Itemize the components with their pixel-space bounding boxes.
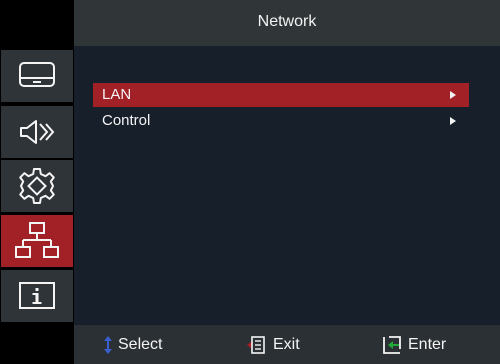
- tab-info[interactable]: [1, 270, 73, 322]
- tab-settings[interactable]: [1, 160, 73, 212]
- network-icon: [15, 222, 59, 258]
- menu-item-lan[interactable]: LAN: [93, 83, 469, 107]
- settings-gear-icon: [19, 168, 55, 204]
- up-down-arrow-icon: [104, 336, 112, 354]
- exit-menu-icon: [247, 336, 265, 354]
- tab-display[interactable]: [1, 50, 73, 102]
- enter-icon: [383, 336, 401, 354]
- tab-network[interactable]: [1, 215, 73, 267]
- audio-icon: [20, 120, 55, 144]
- tab-audio[interactable]: [1, 106, 73, 158]
- enter-hint: Enter: [382, 336, 446, 354]
- submenu-arrow-icon: [450, 91, 456, 99]
- info-icon: [19, 282, 55, 309]
- header-bar: Network: [74, 0, 500, 46]
- exit-label: Exit: [273, 336, 300, 353]
- select-label: Select: [118, 336, 163, 353]
- submenu-arrow-icon: [450, 117, 456, 125]
- menu-item-control[interactable]: Control: [93, 109, 469, 133]
- exit-hint: Exit: [247, 336, 300, 354]
- display-icon: [19, 62, 55, 87]
- menu-item-label: Control: [102, 112, 151, 129]
- menu-item-label: LAN: [102, 86, 132, 103]
- select-hint: Select: [104, 336, 162, 354]
- page-title: Network: [257, 13, 317, 30]
- enter-label: Enter: [408, 336, 447, 353]
